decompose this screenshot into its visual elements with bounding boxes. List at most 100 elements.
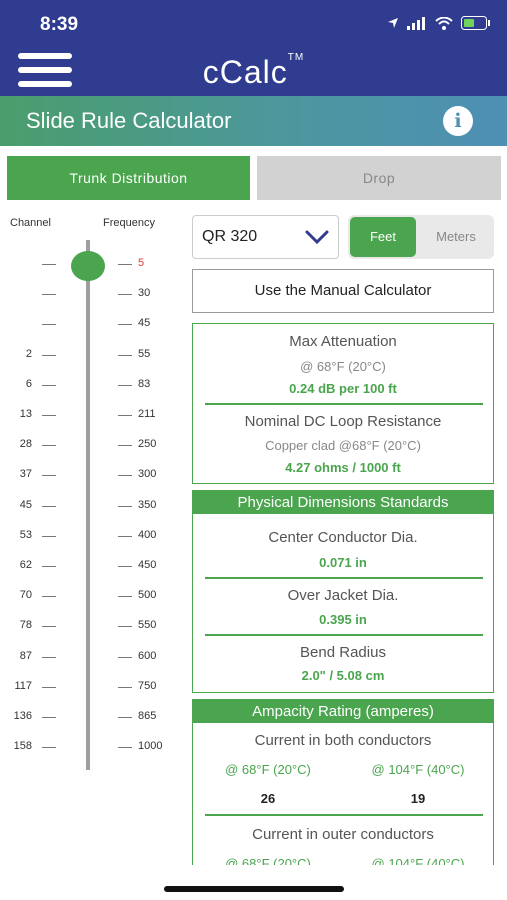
- channel-tick: [42, 384, 56, 386]
- nav-bar: cCalcTM: [0, 46, 507, 96]
- chevron-down-icon: [305, 230, 329, 245]
- frequency-slider-handle[interactable]: [71, 251, 105, 281]
- attenuation-label: Max Attenuation: [289, 333, 397, 350]
- channel-tick: [42, 294, 56, 296]
- home-indicator: [164, 886, 344, 892]
- channel-value: 78: [19, 619, 32, 632]
- frequency-value: 865: [138, 710, 157, 722]
- channel-value: 158: [13, 740, 32, 753]
- both-value-high: 19: [410, 791, 426, 806]
- info-icon[interactable]: i: [443, 106, 473, 136]
- cable-model-value: QR 320: [202, 228, 258, 245]
- slider-row: 45: [0, 317, 180, 331]
- frequency-tick: [118, 717, 132, 718]
- bend-radius-value: 2.0" / 5.08 cm: [301, 668, 385, 683]
- center-conductor-label: Center Conductor Dia.: [268, 529, 418, 546]
- electrical-card: Max Attenuation @ 68°F (20°C) 0.24 dB pe…: [192, 323, 494, 484]
- battery-icon: [461, 16, 490, 30]
- frequency-tick: [118, 505, 132, 507]
- channel-tick: [42, 626, 56, 628]
- divider: [205, 577, 483, 579]
- channel-value: 62: [19, 559, 32, 571]
- resistance-label: Nominal DC Loop Resistance: [244, 413, 442, 430]
- attenuation-condition: @ 68°F (20°C): [300, 359, 386, 374]
- frequency-header: Frequency: [103, 217, 155, 229]
- channel-tick: [42, 656, 56, 658]
- slider-row: 45 350: [0, 499, 180, 513]
- over-jacket-label: Over Jacket Dia.: [287, 587, 399, 604]
- frequency-tick: [118, 566, 132, 567]
- unit-toggle: Feet Meters: [348, 215, 494, 259]
- status-bar: 8:39: [0, 0, 507, 46]
- app-title: cCalcTM: [202, 52, 305, 90]
- slider-row: 70 500: [0, 589, 180, 603]
- center-conductor-value: 0.071 in: [319, 555, 367, 570]
- cable-model-select[interactable]: QR 320: [192, 215, 339, 259]
- unit-feet-button[interactable]: Feet: [350, 217, 416, 257]
- manual-calculator-button[interactable]: Use the Manual Calculator: [192, 269, 494, 313]
- frequency-value: 750: [138, 679, 157, 692]
- frequency-value: 250: [138, 438, 157, 451]
- channel-tick: [42, 535, 56, 537]
- channel-tick: [42, 445, 56, 447]
- channel-value: 37: [19, 468, 32, 481]
- trademark: TM: [287, 52, 305, 63]
- page-title: Slide Rule Calculator: [26, 108, 232, 133]
- frequency-value: 5: [138, 257, 145, 269]
- wifi-icon: [435, 16, 453, 30]
- slider-row: 158 1000: [0, 740, 180, 754]
- frequency-tick: [118, 445, 132, 447]
- channel-value: 6: [25, 377, 32, 390]
- channel-tick: [42, 747, 56, 749]
- frequency-value: 400: [138, 528, 157, 541]
- both-conductors-label: Current in both conductors: [254, 732, 432, 749]
- frequency-tick: [118, 384, 132, 386]
- slider-row: 2 55: [0, 348, 180, 362]
- slider-row: 87 600: [0, 650, 180, 664]
- channel-tick: [42, 596, 56, 598]
- resistance-condition: Copper clad @68°F (20°C): [265, 438, 421, 453]
- channel-tick: [42, 415, 56, 416]
- frequency-value: 300: [138, 468, 157, 481]
- outer-temp-high: @ 104°F (40°C): [371, 856, 465, 865]
- frequency-tick: [118, 626, 132, 628]
- attenuation-value: 0.24 dB per 100 ft: [289, 381, 397, 396]
- frequency-tick: [118, 294, 132, 296]
- frequency-tick: [118, 656, 132, 658]
- slider-row: 62 450: [0, 559, 180, 573]
- frequency-tick: [118, 415, 132, 416]
- tab-trunk-distribution[interactable]: Trunk Distribution: [7, 156, 250, 200]
- title-bar: Slide Rule Calculator i: [0, 96, 507, 146]
- slider-row: 78 550: [0, 619, 180, 633]
- divider: [205, 814, 483, 816]
- frequency-value: 30: [138, 287, 151, 300]
- frequency-tick: [118, 686, 132, 688]
- unit-meters-button[interactable]: Meters: [420, 217, 492, 257]
- outer-conductors-label: Current in outer conductors: [252, 826, 434, 843]
- slider-row: 37 300: [0, 468, 180, 482]
- frequency-value: 45: [138, 317, 151, 330]
- channel-tick: [42, 264, 56, 265]
- channel-tick: [42, 475, 56, 477]
- both-temp-low: @ 68°F (20°C): [225, 762, 311, 777]
- channel-value: 87: [19, 649, 32, 662]
- frequency-value: 55: [138, 347, 151, 360]
- channel-header: Channel: [10, 217, 51, 229]
- tab-drop[interactable]: Drop: [257, 156, 501, 200]
- frequency-tick: [118, 596, 132, 598]
- channel-tick: [42, 354, 56, 356]
- frequency-value: 350: [138, 498, 157, 511]
- divider: [205, 634, 483, 636]
- divider: [205, 403, 483, 405]
- slider-row: 28 250: [0, 438, 180, 452]
- frequency-value: 550: [138, 619, 157, 632]
- channel-value: 2: [25, 347, 32, 360]
- slider-row: 53 400: [0, 529, 180, 543]
- channel-tick: [42, 324, 56, 326]
- both-value-low: 26: [260, 791, 276, 806]
- resistance-value: 4.27 ohms / 1000 ft: [285, 460, 401, 475]
- outer-temp-low: @ 68°F (20°C): [225, 856, 311, 865]
- frequency-tick: [118, 264, 132, 265]
- location-icon: [388, 18, 398, 28]
- status-icons: [387, 16, 491, 30]
